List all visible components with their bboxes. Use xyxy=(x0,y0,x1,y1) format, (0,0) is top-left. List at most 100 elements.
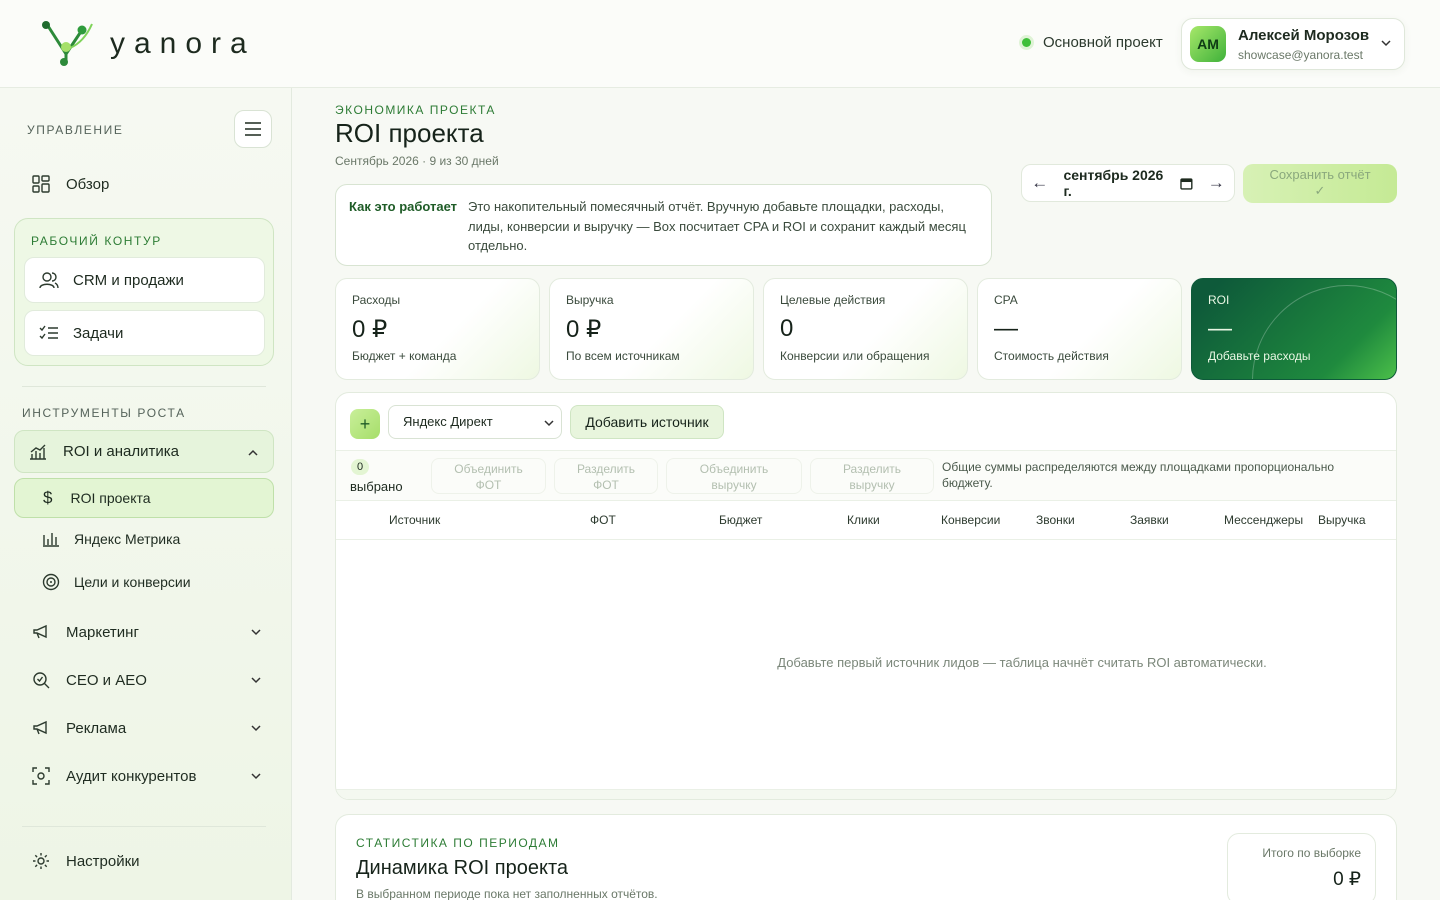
source-select-value: Яндекс Директ xyxy=(403,414,493,429)
chevron-down-icon xyxy=(251,629,261,636)
brand-name: yanora xyxy=(110,27,256,60)
main-content: ЭКОНОМИКА ПРОЕКТА ROI проекта Сентябрь 2… xyxy=(292,88,1440,900)
total-label: Итого по выборке xyxy=(1262,846,1361,860)
column-header: Бюджет xyxy=(719,513,763,527)
sources-panel: + Яндекс Директ Добавить источник 0 выбр… xyxy=(335,392,1397,800)
split-payroll-button[interactable]: Разделить ФОТ xyxy=(554,458,658,494)
sidebar-item-label: Настройки xyxy=(66,852,140,870)
megaphone-icon xyxy=(33,720,47,735)
sidebar-group-competitors[interactable]: Аудит конкурентов xyxy=(30,765,274,787)
section-label-manage: УПРАВЛЕНИЕ xyxy=(27,123,124,137)
target-icon xyxy=(42,573,60,591)
prev-month-arrow-icon[interactable]: ← xyxy=(1022,173,1057,193)
next-month-arrow-icon[interactable]: → xyxy=(1199,173,1234,193)
hamburger-icon xyxy=(245,122,261,136)
button-line: Объединить xyxy=(699,462,769,476)
sidebar-item-overview[interactable]: Обзор xyxy=(30,173,109,195)
table-toolbar: + Яндекс Директ Добавить источник xyxy=(336,393,1396,451)
horizontal-scrollbar[interactable] xyxy=(336,789,1396,799)
merge-revenue-button[interactable]: Объединить выручку xyxy=(666,458,802,494)
bulk-actions-row: 0 выбрано Объединить ФОТ Разделить ФОТ Объ… xyxy=(336,451,1396,501)
empty-state-text: Добавьте первый источник лидов — таблица… xyxy=(777,655,1267,670)
sidebar-group-marketing[interactable]: Маркетинг xyxy=(30,621,274,643)
metrics-icon xyxy=(43,533,59,547)
calendar-icon[interactable] xyxy=(1180,177,1193,190)
source-select[interactable]: Яндекс Директ xyxy=(388,405,562,439)
check-icon: ✓ xyxy=(1314,183,1326,198)
section-label-growth: ИНСТРУМЕНТЫ РОСТА xyxy=(22,406,186,420)
sidebar-item-label: Задачи xyxy=(73,324,124,342)
column-header: Конверсии xyxy=(941,513,1001,527)
sidebar-item-label: Цели и конверсии xyxy=(74,574,191,590)
sidebar-item-tasks[interactable]: Задачи xyxy=(24,310,265,356)
search-icon xyxy=(33,672,50,689)
distribution-note: Общие суммы распределяются между площадк… xyxy=(942,460,1335,490)
avatar: АМ xyxy=(1190,26,1226,62)
sidebar-item-crm[interactable]: CRM и продажи xyxy=(24,257,265,303)
save-report-button[interactable]: Сохранить отчёт ✓ xyxy=(1243,164,1397,203)
add-row-button[interactable]: + xyxy=(350,409,380,439)
kpi-card-cpa: CPA — Стоимость действия xyxy=(977,278,1182,380)
gear-icon xyxy=(33,853,49,869)
project-selector[interactable]: Основной проект xyxy=(1022,34,1163,51)
split-revenue-button[interactable]: Разделить выручку xyxy=(810,458,934,494)
selection-total: Итого по выборке 0 ₽ xyxy=(1227,833,1376,900)
sidebar-divider xyxy=(22,386,266,387)
column-header: ФОТ xyxy=(590,513,616,527)
add-source-button[interactable]: Добавить источник xyxy=(570,405,724,439)
button-line: выручку xyxy=(711,478,757,492)
user-menu[interactable]: АМ Алексей Морозов showcase@yanora.test xyxy=(1181,18,1405,70)
chevron-down-icon xyxy=(251,773,261,780)
user-email: showcase@yanora.test xyxy=(1238,47,1363,62)
kpi-value: — xyxy=(994,315,1018,342)
kpi-card-roi: ROI — Добавьте расходы xyxy=(1191,278,1397,380)
sidebar-divider xyxy=(22,826,266,827)
chevron-down-icon xyxy=(1381,40,1391,47)
merge-payroll-button[interactable]: Объединить ФОТ xyxy=(431,458,546,494)
kpi-card-expenses: Расходы 0 ₽ Бюджет + команда xyxy=(335,278,540,380)
month-input[interactable]: сентябрь 2026 г. xyxy=(1063,167,1173,199)
sidebar-group-roi[interactable]: ROI и аналитика xyxy=(14,430,274,473)
brand-logo[interactable]: yanora xyxy=(40,18,256,70)
sidebar-group-seo[interactable]: СЕО и АЕО xyxy=(30,669,274,691)
megaphone-icon xyxy=(33,624,47,639)
selected-count-badge: 0 xyxy=(351,459,369,475)
sidebar-group-label: ROI и аналитика xyxy=(63,443,179,460)
kpi-subtitle: Стоимость действия xyxy=(994,349,1109,363)
column-header: Заявки xyxy=(1130,513,1169,527)
project-name: Основной проект xyxy=(1043,34,1163,51)
chevron-down-icon xyxy=(251,677,261,684)
selected-label: выбрано xyxy=(350,479,403,494)
kpi-label: Целевые действия xyxy=(780,293,886,307)
info-text: Это накопительный помесячный отчёт. Вруч… xyxy=(468,199,966,253)
kpi-value: 0 ₽ xyxy=(566,316,602,343)
top-header: yanora Основной проект АМ Алексей Морозо… xyxy=(0,0,1440,88)
sidebar-item-yandex-metrika[interactable]: Яндекс Метрика xyxy=(42,531,180,547)
kpi-label: CPA xyxy=(994,293,1018,307)
button-line: ФОТ xyxy=(475,478,502,492)
save-button-label: Сохранить отчёт xyxy=(1269,167,1371,182)
button-line: Разделить xyxy=(576,462,636,476)
sidebar-item-label: Обзор xyxy=(66,175,110,193)
sidebar-item-goals[interactable]: Цели и конверсии xyxy=(42,573,191,591)
kpi-card-actions: Целевые действия 0 Конверсии или обращен… xyxy=(763,278,968,380)
sidebar-group-label: Аудит конкурентов xyxy=(66,767,197,785)
analytics-chart-icon xyxy=(30,444,46,460)
sidebar-group-ads[interactable]: Реклама xyxy=(30,717,274,739)
column-header: Источник xyxy=(389,513,441,527)
sidebar-group-label: Реклама xyxy=(66,719,127,737)
sidebar-item-roi-project[interactable]: $ ROI проекта xyxy=(14,478,274,518)
menu-toggle-button[interactable] xyxy=(234,110,272,148)
sidebar-item-settings[interactable]: Настройки xyxy=(30,850,140,872)
checklist-icon xyxy=(39,325,58,340)
page-eyebrow: ЭКОНОМИКА ПРОЕКТА xyxy=(335,103,496,117)
selected-counter: 0 выбрано xyxy=(350,459,403,494)
grid-icon xyxy=(32,175,50,193)
users-icon xyxy=(39,272,59,289)
user-name: Алексей Морозов xyxy=(1238,26,1370,44)
sidebar-item-label: CRM и продажи xyxy=(73,271,184,289)
status-dot-icon xyxy=(1022,38,1031,47)
section-label-workspace: РАБОЧИЙ КОНТУР xyxy=(31,234,162,248)
sidebar-group-label: СЕО и АЕО xyxy=(66,671,147,689)
sidebar: УПРАВЛЕНИЕ Обзор РАБОЧИЙ КОНТУР CRM и пр… xyxy=(0,88,292,900)
